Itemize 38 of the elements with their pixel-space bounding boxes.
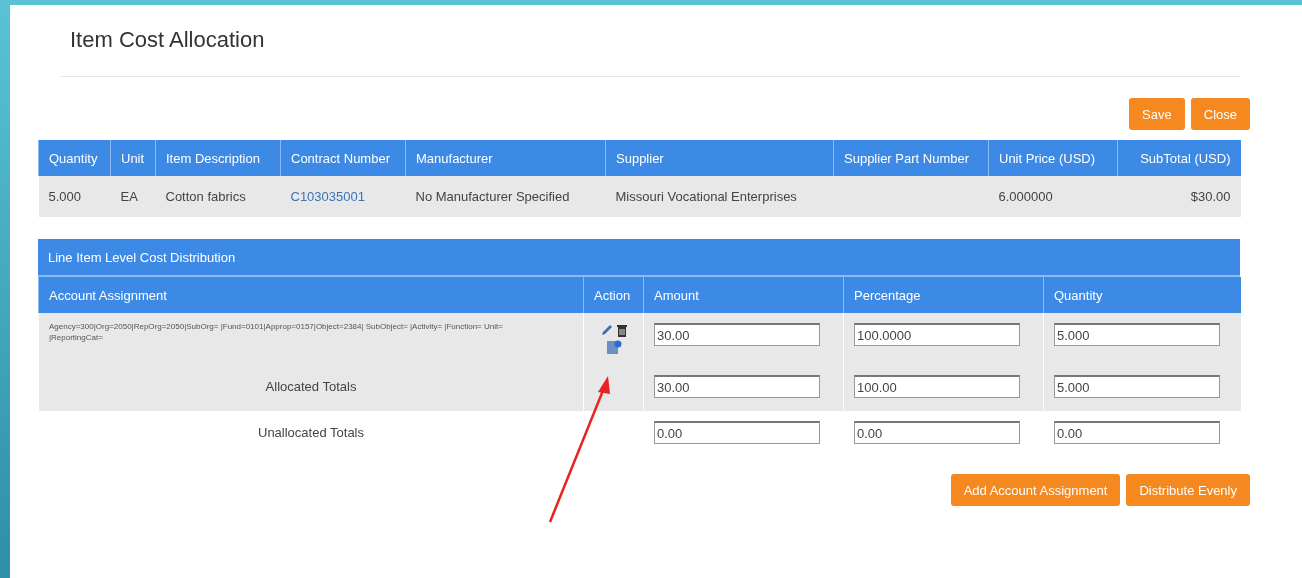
table-cell: 6.000000 [988,176,1118,217]
column-header: Amount [643,277,844,313]
percentage-field[interactable]: 0.00 [854,421,1020,444]
column-header: Percentage [843,277,1044,313]
quantity-field[interactable]: 5.000 [1054,375,1220,398]
column-header: Quantity [38,140,111,176]
table-cell: EA [110,176,156,217]
amount-field[interactable]: 30.00 [654,375,820,398]
totals-label: Unallocated Totals [258,424,364,440]
column-header: Item Description [155,140,281,176]
column-header: Account Assignment [38,277,584,313]
column-header: Manufacturer [405,140,606,176]
document-icon[interactable] [605,339,622,355]
amount-field[interactable]: 0.00 [654,421,820,444]
totals-label: Allocated Totals [265,378,357,394]
column-header: Contract Number [280,140,406,176]
trash-icon[interactable] [615,323,628,337]
quantity-field[interactable]: 5.000 [1054,323,1220,346]
pencil-icon[interactable] [599,323,614,337]
column-header: Quantity [1043,277,1241,313]
table-cell: Cotton fabrics [155,176,281,217]
section-header: Line Item Level Cost Distribution [38,239,1240,277]
column-header: Supplier [605,140,834,176]
table-cell: $30.00 [1117,176,1241,217]
table-cell: 5.000 [38,176,111,217]
percentage-field[interactable]: 100.0000 [854,323,1020,346]
column-header: Unit Price (USD) [988,140,1118,176]
account-assignment-text: Agency=300|Org=2050|RepOrg=2050|SubOrg= |Fund=0101|Approp=0157|Object=2384| SubObject= |Activity= |Function= Unit= |ReportingCat= [49,321,504,343]
page-title: Item Cost Allocation [70,27,266,53]
quantity-field[interactable]: 0.00 [1054,421,1220,444]
table-cell: No Manufacturer Specified [405,176,606,217]
amount-field[interactable]: 30.00 [654,323,820,346]
column-header: Unit [110,140,156,176]
table-cell: Missouri Vocational Enterprises [605,176,834,217]
column-header: Action [583,277,644,313]
column-header: Supplier Part Number [833,140,989,176]
column-header: SubTotal (USD) [1117,140,1241,176]
percentage-field[interactable]: 100.00 [854,375,1020,398]
